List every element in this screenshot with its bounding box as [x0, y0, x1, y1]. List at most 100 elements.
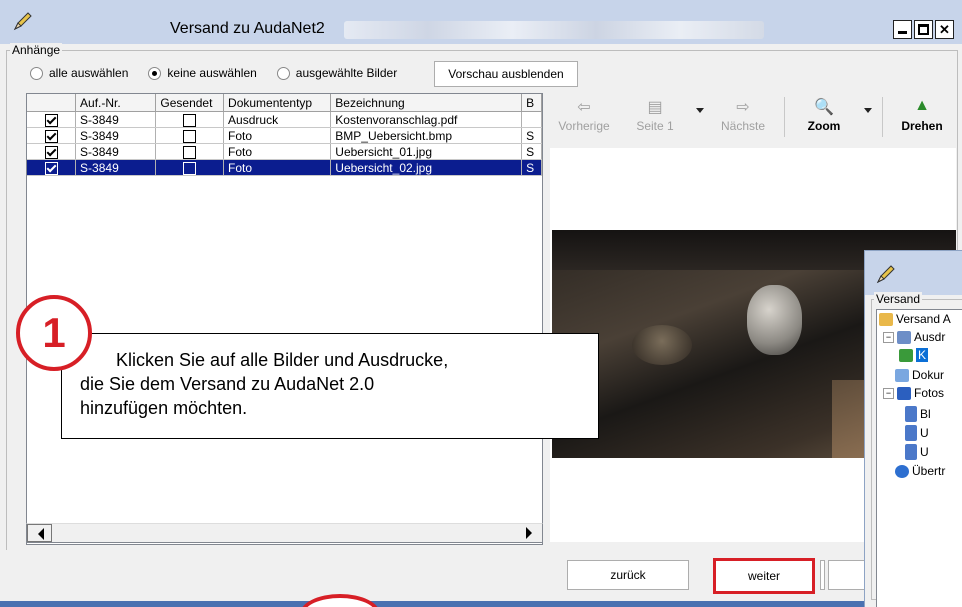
taskbar-strip — [0, 601, 962, 607]
table-row-selected[interactable]: S-3849 Foto Uebersicht_02.jpg S — [27, 159, 542, 176]
sent-checkbox[interactable] — [183, 113, 197, 127]
table-row[interactable]: S-3849 Foto BMP_Uebersicht.bmp S — [27, 127, 542, 144]
tree-node[interactable]: − Fotos — [883, 386, 944, 400]
rotate-icon: ▲ — [914, 97, 930, 114]
row-checkbox[interactable] — [44, 145, 58, 159]
table-row[interactable]: S-3849 Foto Uebersicht_01.jpg S — [27, 143, 542, 160]
arrow-right-icon: ⇨ — [736, 99, 750, 116]
arrow-left-icon — [38, 528, 44, 540]
zoom-icon: 🔍 — [814, 99, 834, 116]
next-button[interactable]: ⇨ Nächste — [710, 97, 776, 133]
callout-line-1: Klicken Sie auf alle Bilder und Ausdruck… — [116, 350, 449, 370]
column-header-check[interactable] — [27, 94, 77, 112]
selection-radio-group: alle auswählen keine auswählen ausgewähl… — [30, 66, 417, 80]
side-dialog-title-bar — [865, 251, 962, 295]
tree-node[interactable]: U — [905, 425, 929, 441]
collapse-icon[interactable]: − — [883, 331, 894, 343]
radio-select-none-dot[interactable] — [148, 66, 162, 80]
photo-icon — [897, 386, 911, 400]
cell-order-no: S-3849 — [75, 127, 157, 144]
zoom-dropdown-arrow-icon[interactable] — [864, 108, 872, 113]
window-title: Versand zu AudaNet2 — [170, 20, 325, 37]
film-icon — [905, 444, 917, 460]
radio-select-none[interactable]: keine auswählen — [148, 66, 257, 80]
pin-icon — [899, 348, 913, 362]
cell-extra: S — [521, 159, 542, 176]
cell-name: BMP_Uebersicht.bmp — [330, 127, 523, 144]
cell-order-no: S-3849 — [75, 159, 157, 176]
send-tree: Versand A − Ausdr K Dokur − Fotos Bl U U… — [876, 309, 962, 607]
tree-node[interactable]: Dokur — [895, 368, 944, 382]
page-button[interactable]: ▤ Seite 1 — [630, 97, 680, 133]
column-header-b[interactable]: B — [521, 94, 542, 112]
maximize-button[interactable] — [914, 20, 933, 39]
page-icon: ▤ — [647, 99, 663, 116]
sent-checkbox[interactable] — [183, 129, 197, 143]
title-bar: Versand zu AudaNet2 ✕ — [0, 0, 962, 44]
step-1-marker: 1 — [16, 295, 92, 371]
pencil-icon — [13, 12, 32, 31]
row-checkbox[interactable] — [44, 161, 58, 175]
radio-select-all-dot[interactable] — [30, 66, 43, 80]
column-header-order-no[interactable]: Auf.-Nr. — [75, 94, 157, 112]
radio-selected-images[interactable]: ausgewählte Bilder — [276, 66, 397, 80]
sent-checkbox[interactable] — [183, 161, 197, 175]
viewer-toolbar: ⇦ Vorherige ▤ Seite 1 ⇨ Nächste 🔍 Zoom ▲… — [550, 93, 956, 143]
zoom-label: Zoom — [807, 119, 841, 133]
toolbar-separator — [784, 97, 785, 137]
column-header-sent[interactable]: Gesendet — [155, 94, 225, 112]
cell-extra — [521, 111, 542, 128]
previous-button[interactable]: ⇦ Vorherige — [552, 97, 616, 133]
back-button[interactable]: zurück — [567, 560, 689, 590]
zoom-button[interactable]: 🔍 Zoom — [798, 97, 850, 133]
bottom-bar — [0, 550, 962, 607]
next-button-highlighted[interactable]: weiter — [713, 558, 815, 594]
instruction-callout: Klicken Sie auf alle Bilder und Ausdruck… — [61, 333, 599, 439]
callout-line-3: hinzufügen möchten. — [80, 398, 248, 418]
collapse-icon[interactable]: − — [883, 387, 894, 399]
radio-select-none-label: keine auswählen — [167, 66, 257, 80]
attachments-group-label: Anhänge — [10, 43, 63, 57]
table-row[interactable]: S-3849 Ausdruck Kostenvoranschlag.pdf — [27, 111, 542, 128]
page-label: Seite 1 — [636, 119, 674, 133]
document-icon — [895, 368, 909, 382]
side-dialog-group-label: Versand — [874, 292, 923, 306]
tree-node[interactable]: Versand A — [879, 312, 951, 326]
radio-select-all[interactable]: alle auswählen — [30, 66, 128, 80]
column-header-document-type[interactable]: Dokumententyp — [223, 94, 332, 112]
scroll-right-arrow-icon[interactable] — [526, 527, 532, 539]
callout-line-2: die Sie dem Versand zu AudaNet 2.0 — [80, 374, 375, 394]
tree-node[interactable]: K — [899, 348, 929, 362]
close-button[interactable]: ✕ — [935, 20, 954, 39]
page-dropdown-arrow-icon[interactable] — [696, 108, 704, 113]
rotate-label: Drehen — [901, 119, 943, 133]
at-icon — [895, 464, 909, 478]
cell-order-no: S-3849 — [75, 143, 157, 160]
film-icon — [905, 425, 917, 441]
next-label: Nächste — [720, 119, 766, 133]
close-icon: ✕ — [939, 22, 950, 37]
side-dialog: Versand Versand A − Ausdr K Dokur − Foto… — [864, 250, 962, 607]
tree-node[interactable]: Übertr — [895, 464, 945, 478]
cell-document-type: Foto — [223, 143, 332, 160]
sent-checkbox[interactable] — [183, 145, 197, 159]
row-checkbox[interactable] — [44, 129, 58, 143]
row-checkbox[interactable] — [44, 113, 58, 127]
minimize-button[interactable] — [893, 20, 912, 39]
tree-node[interactable]: Bl — [905, 406, 931, 422]
minimize-icon — [898, 31, 907, 34]
film-icon — [905, 406, 917, 422]
previous-label: Vorherige — [558, 119, 610, 133]
table-header-row: Auf.-Nr. Gesendet Dokumententyp Bezeichn… — [27, 94, 542, 112]
rotate-button[interactable]: ▲ Drehen — [894, 97, 950, 133]
cell-extra: S — [521, 143, 542, 160]
tree-node[interactable]: − Ausdr — [883, 330, 945, 344]
hide-preview-button[interactable]: Vorschau ausblenden — [434, 61, 578, 87]
table-horizontal-scrollbar[interactable] — [26, 523, 543, 543]
column-header-name[interactable]: Bezeichnung — [330, 94, 523, 112]
tree-node[interactable]: U — [905, 444, 929, 460]
radio-selected-images-dot[interactable] — [276, 66, 290, 80]
scroll-left-button[interactable] — [27, 524, 52, 542]
radio-select-all-label: alle auswählen — [49, 66, 129, 80]
main-window: Versand zu AudaNet2 ✕ Anhänge alle auswä… — [0, 0, 962, 607]
